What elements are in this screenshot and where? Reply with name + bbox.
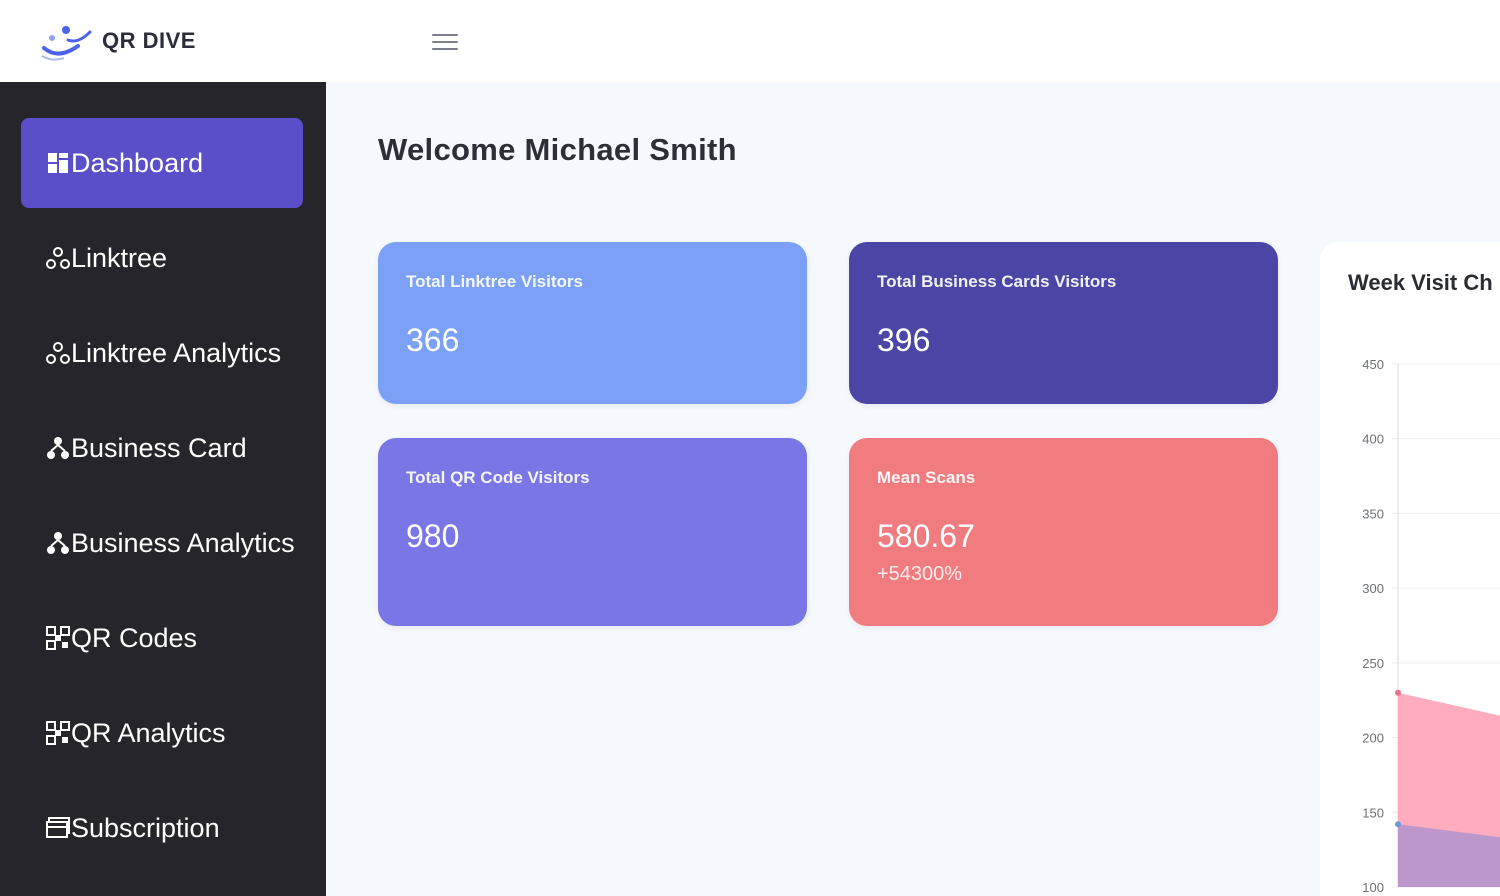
chart-y-tick-label: 100 [1362, 880, 1384, 895]
logo[interactable]: QR DIVE [38, 18, 196, 64]
sidebar-item-label: Linktree Analytics [71, 337, 282, 368]
subscription-icon [45, 815, 71, 841]
chart-y-tick-label: 300 [1362, 581, 1384, 596]
qr-icon [45, 625, 71, 651]
stat-value: 396 [877, 322, 931, 358]
business-icon [45, 435, 71, 461]
stat-value: 980 [406, 518, 460, 554]
sidebar-item-label: Business Analytics [71, 527, 295, 558]
stat-value: 580.67 [877, 518, 975, 554]
chart-point[interactable] [1395, 689, 1401, 696]
sidebar-item-label: QR Codes [71, 622, 198, 653]
stat-card-business-visitors: Total Business Cards Visitors 396 [849, 242, 1278, 404]
menu-toggle-button[interactable] [432, 32, 458, 52]
stat-card-mean-scans: Mean Scans 580.67 +54300% [849, 438, 1278, 626]
logo-icon [38, 18, 96, 64]
linktree-icon [45, 340, 71, 366]
stat-card-linktree-visitors: Total Linktree Visitors 366 [378, 242, 807, 404]
logo-text: QR DIVE [102, 28, 196, 53]
chart-y-tick-label: 450 [1362, 357, 1384, 372]
hamburger-icon [432, 34, 458, 36]
business-icon [45, 530, 71, 556]
top-bar: QR DIVE [0, 0, 1500, 82]
sidebar-item-label: Business Card [71, 432, 247, 463]
sidebar-item-qr-codes[interactable]: QR Codes [21, 593, 303, 683]
sidebar: Dashboard Linktree Linktree Analytics Bu… [0, 82, 326, 896]
chart-y-tick-label: 250 [1362, 656, 1384, 671]
chart-y-tick-label: 150 [1362, 805, 1384, 820]
stat-delta: +54300% [877, 563, 963, 585]
stat-label: Total Linktree Visitors [406, 272, 583, 291]
week-visit-chart-panel: Week Visit Ch 450 400 350 300 250 200 150 100 [1320, 242, 1500, 896]
hamburger-line [432, 41, 458, 43]
sidebar-item-business-analytics[interactable]: Business Analytics [21, 498, 303, 588]
stat-card-qr-visitors: Total QR Code Visitors 980 [378, 438, 807, 626]
chart-y-tick-label: 350 [1362, 506, 1384, 521]
qr-icon [45, 720, 71, 746]
stat-label: Mean Scans [877, 468, 976, 487]
linktree-icon [45, 245, 71, 271]
sidebar-item-label: Subscription [71, 812, 220, 843]
dashboard-icon [45, 150, 71, 176]
week-visit-chart: 450 400 350 300 250 200 150 100 [1362, 357, 1500, 895]
sidebar-item-label: Linktree [71, 242, 168, 273]
chart-point[interactable] [1395, 821, 1401, 828]
sidebar-item-dashboard[interactable]: Dashboard [21, 118, 303, 208]
hamburger-line [432, 48, 458, 50]
stat-label: Total Business Cards Visitors [877, 272, 1117, 291]
sidebar-item-linktree-analytics[interactable]: Linktree Analytics [21, 308, 303, 398]
sidebar-item-label: QR Analytics [71, 717, 226, 748]
chart-y-tick-label: 200 [1362, 731, 1384, 746]
sidebar-item-linktree[interactable]: Linktree [21, 213, 303, 303]
sidebar-item-business-card[interactable]: Business Card [21, 403, 303, 493]
sidebar-item-qr-analytics[interactable]: QR Analytics [21, 688, 303, 778]
stat-value: 366 [406, 322, 460, 358]
sidebar-item-subscription[interactable]: Subscription [21, 783, 303, 873]
stat-label: Total QR Code Visitors [406, 468, 590, 487]
chart-y-tick-label: 400 [1362, 432, 1384, 447]
page-title: Welcome Michael Smith [378, 132, 737, 167]
sidebar-item-label: Dashboard [71, 147, 204, 178]
